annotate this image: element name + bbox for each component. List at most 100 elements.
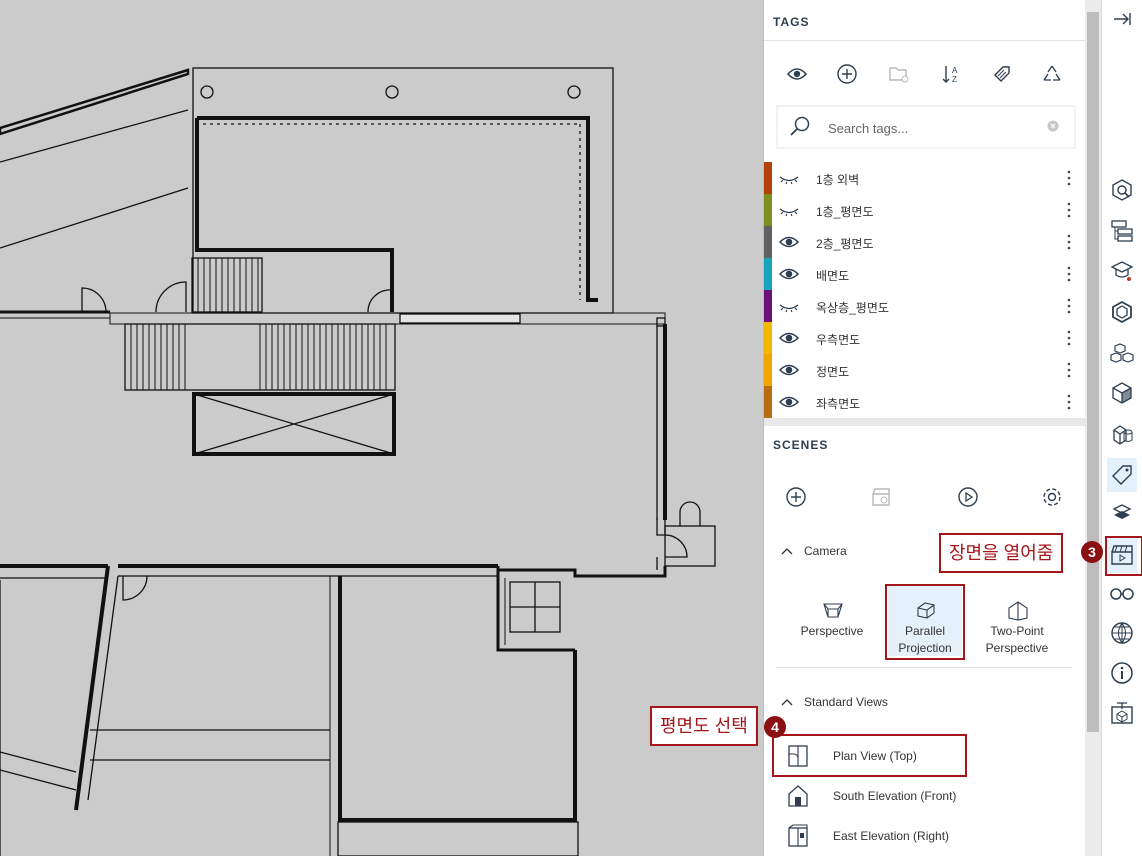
add-tag-icon[interactable] [834,61,860,87]
tag-color-swatch[interactable] [764,322,772,354]
default-tray-panel: TAGS AZ 1층 외벽 1층_평면도 2층_평면도배면도옥상층_평면도우측면도정… [763,0,1086,856]
more-options-icon[interactable] [1064,264,1074,284]
geo-location-icon[interactable] [1107,618,1137,648]
standard-views-label: Standard Views [804,695,888,709]
materials-icon[interactable] [1107,338,1137,368]
eye-icon[interactable] [778,233,800,251]
eye-closed-icon[interactable] [778,201,800,219]
camera-option-perspective[interactable]: Perspective [784,596,880,656]
tag-name: 1층_평면도 [816,205,874,219]
more-options-icon[interactable] [1064,296,1074,316]
camera-option-label: Perspective [800,624,864,638]
tag-row[interactable]: 2층_평면도 [764,226,1086,258]
more-options-icon[interactable] [1064,328,1074,348]
tags-title: TAGS [773,15,810,29]
section-divider [764,418,1086,426]
more-options-icon[interactable] [1064,168,1074,188]
parallel-projection-highlight [885,584,965,660]
step4-callout: 평면도 선택 [650,706,758,746]
tag-color-swatch[interactable] [764,258,772,290]
tag-name: 옥상층_평면도 [816,301,889,315]
step3-badge: 3 [1081,541,1103,563]
south-elevation-item[interactable]: South Elevation (Front) [776,778,1076,814]
east-elevation-item[interactable]: East Elevation (Right) [776,818,1076,854]
tag-color-swatch[interactable] [764,194,772,226]
eye-icon[interactable] [778,361,800,379]
tag-list: 1층 외벽 1층_평면도 2층_평면도배면도옥상층_평면도우측면도정면도좌측면도 [764,162,1086,418]
tag-name: 2층_평면도 [816,237,874,251]
tag-row[interactable]: 좌측면도 [764,386,1086,418]
tray-icon-rail [1101,0,1142,856]
tag-color-swatch[interactable] [764,226,772,258]
tag-color-swatch[interactable] [764,162,772,194]
collapse-arrow-icon[interactable] [1107,4,1137,34]
divider [776,667,1072,668]
eye-icon[interactable] [778,329,800,347]
tag-color-swatch[interactable] [764,290,772,322]
3d-warehouse-icon[interactable] [1107,698,1137,728]
svg-text:Z: Z [952,75,957,84]
tag-name: 우측면도 [816,333,861,347]
svg-text:A: A [952,66,958,75]
eye-icon[interactable] [778,393,800,411]
tag-name: 1층 외벽 [816,173,860,187]
more-options-icon[interactable] [1064,232,1074,252]
styles-icon[interactable] [1107,378,1137,408]
components-icon[interactable] [1107,297,1137,327]
update-scene-icon[interactable] [868,484,894,510]
more-options-icon[interactable] [1064,392,1074,412]
scrollbar-thumb[interactable] [1087,12,1099,732]
camera-option-label: Two-Point [990,624,1044,638]
tag-row[interactable]: 옥상층_평면도 [764,290,1086,322]
tag-name: 좌측면도 [816,397,861,411]
add-folder-icon[interactable] [886,61,912,87]
tags-icon[interactable] [1107,458,1137,492]
instructor-icon[interactable] [1107,256,1137,286]
eye-closed-icon[interactable] [778,297,800,315]
tag-row[interactable]: 정면도 [764,354,1086,386]
model-info-icon[interactable] [1107,658,1137,688]
perspective-icon [823,603,843,618]
more-options-icon[interactable] [1064,360,1074,380]
tag-name: 배면도 [816,269,850,283]
search-icon [790,116,810,136]
tags-header[interactable]: TAGS [764,0,1086,40]
tag-color-swatch[interactable] [764,354,772,386]
outliner-icon[interactable] [1107,216,1137,246]
chevron-up-icon [781,548,793,555]
more-options-icon[interactable] [1064,200,1074,220]
eye-closed-icon[interactable] [778,169,800,187]
drawing-canvas[interactable] [0,0,762,856]
camera-option-label: Perspective [985,641,1049,655]
tag-row[interactable]: 배면도 [764,258,1086,290]
display-icon[interactable] [1107,498,1137,528]
clear-search-icon[interactable] [1047,120,1059,132]
play-animation-icon[interactable] [955,484,981,510]
floor-plan-drawing [0,67,716,856]
plan-view-highlight [772,734,967,777]
search-tags-input[interactable] [826,117,1040,139]
tag-name: 정면도 [816,365,850,379]
scenes-header[interactable]: SCENES [764,426,1086,466]
glasses-icon[interactable] [1107,577,1137,607]
sort-az-icon[interactable]: AZ [938,61,964,87]
solid-tools-icon[interactable] [1107,419,1137,449]
purge-tags-icon[interactable] [1039,61,1065,87]
add-scene-icon[interactable] [783,484,809,510]
entity-info-icon[interactable] [1107,175,1137,205]
tag-color-swatch[interactable] [764,386,772,418]
right-elevation-icon [788,824,808,847]
eye-icon[interactable] [778,265,800,283]
tag-row[interactable]: 1층_평면도 [764,194,1086,226]
search-tags-box [777,106,1075,148]
toggle-visibility-eye-icon[interactable] [784,61,810,87]
two-point-perspective-icon [1008,601,1028,621]
scene-settings-icon[interactable] [1039,484,1065,510]
chevron-up-icon [781,699,793,706]
tag-row[interactable]: 우측면도 [764,322,1086,354]
camera-option-two-point-perspective[interactable]: Two-Point Perspective [969,596,1065,656]
panel-scrollbar[interactable] [1085,0,1101,856]
tag-color-icon[interactable] [989,61,1015,87]
tag-row[interactable]: 1층 외벽 [764,162,1086,194]
scenes-title: SCENES [773,438,829,452]
